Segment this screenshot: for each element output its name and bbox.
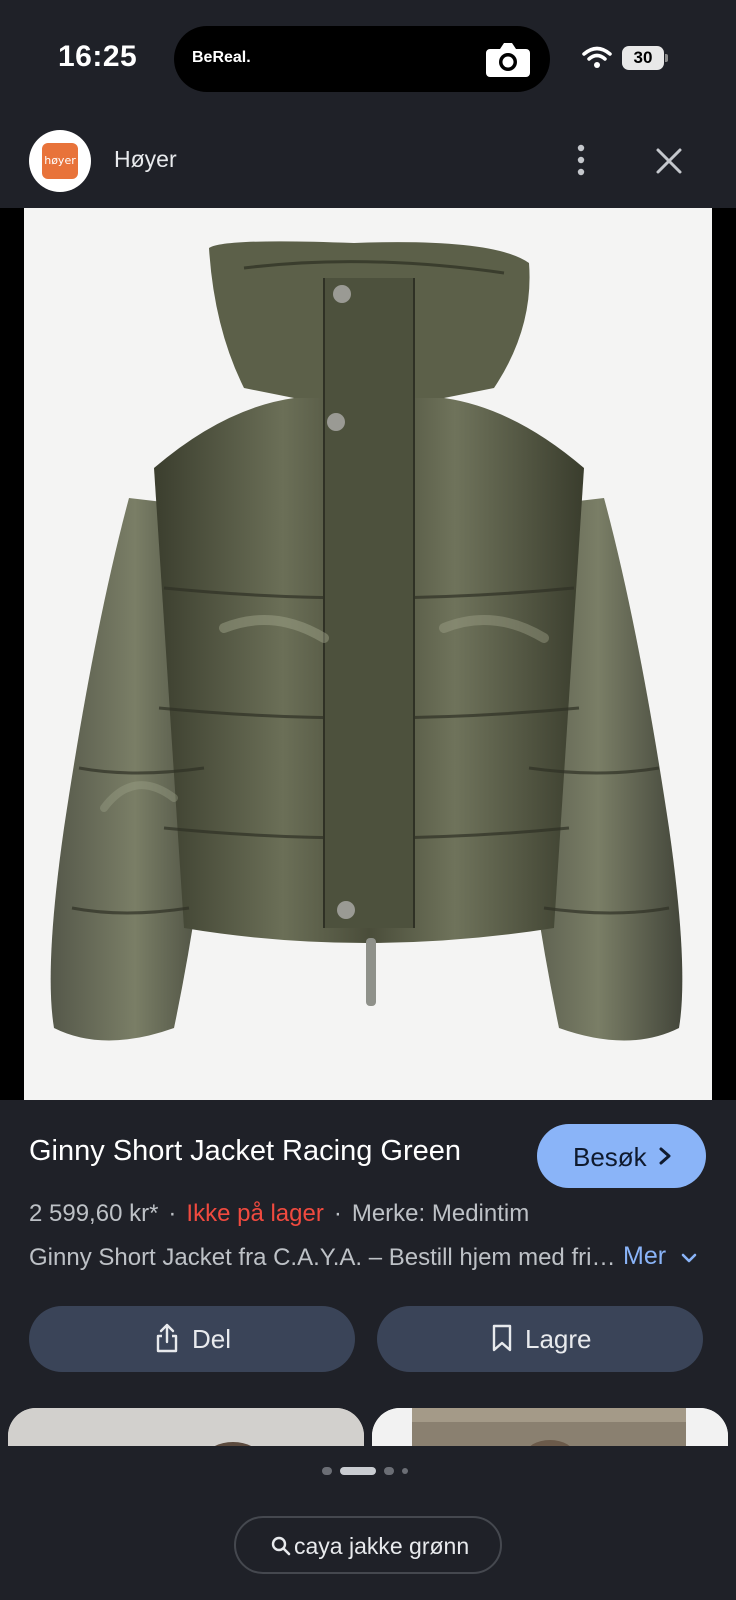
bookmark-icon — [492, 1324, 512, 1352]
visit-button[interactable]: Besøk — [537, 1124, 706, 1188]
stock-status: Ikke på lager — [186, 1200, 324, 1227]
product-meta: 2 599,60 kr* · Ikke på lager · Merke: Medint… — [29, 1200, 529, 1228]
source-name[interactable]: Høyer — [114, 146, 177, 173]
source-logo: høyer — [42, 143, 78, 179]
meta-separator: · — [333, 1200, 342, 1227]
jacket-illustration — [50, 241, 683, 1041]
source-avatar[interactable]: høyer — [29, 130, 91, 192]
chevron-down-icon[interactable] — [680, 1251, 698, 1265]
pagination-dots — [322, 1464, 422, 1478]
battery-level: 30 — [633, 48, 653, 67]
save-button[interactable]: Lagre — [377, 1306, 703, 1372]
search-icon — [271, 1536, 291, 1556]
product-image[interactable] — [24, 208, 712, 1100]
wifi-icon — [582, 46, 612, 68]
more-vertical-icon[interactable] — [566, 140, 596, 180]
more-link[interactable]: Mer — [623, 1242, 666, 1271]
chevron-right-icon — [659, 1147, 671, 1165]
status-bar: 16:25 BeReal. 30 — [0, 0, 736, 110]
pagination-dot — [322, 1467, 332, 1475]
product-description: Ginny Short Jacket fra C.A.Y.A. – Bestil… — [29, 1244, 619, 1271]
pagination-dot — [402, 1468, 408, 1474]
product-brand: Merke: Medintim — [351, 1200, 530, 1227]
search-query: caya jakke grønn — [294, 1533, 470, 1559]
image-viewer — [0, 208, 736, 1100]
close-icon[interactable] — [650, 142, 688, 180]
meta-separator: · — [168, 1200, 177, 1227]
dynamic-island[interactable]: BeReal. — [174, 26, 550, 92]
camera-icon — [486, 43, 530, 77]
visit-label: Besøk — [573, 1142, 647, 1172]
share-icon — [156, 1323, 178, 1353]
share-button[interactable]: Del — [29, 1306, 355, 1372]
pagination-dot — [384, 1467, 394, 1475]
save-label: Lagre — [525, 1324, 592, 1354]
product-title: Ginny Short Jacket Racing Green — [29, 1135, 461, 1167]
pagination-dot-active — [340, 1467, 376, 1475]
status-time: 16:25 — [58, 40, 138, 73]
search-query-pill[interactable]: caya jakke grønn — [234, 1516, 502, 1574]
source-header: høyer Høyer — [0, 118, 736, 208]
product-price: 2 599,60 kr* — [29, 1200, 159, 1227]
battery-icon: 30 — [622, 46, 668, 70]
share-label: Del — [192, 1324, 232, 1354]
island-app-label: BeReal. — [192, 49, 251, 66]
